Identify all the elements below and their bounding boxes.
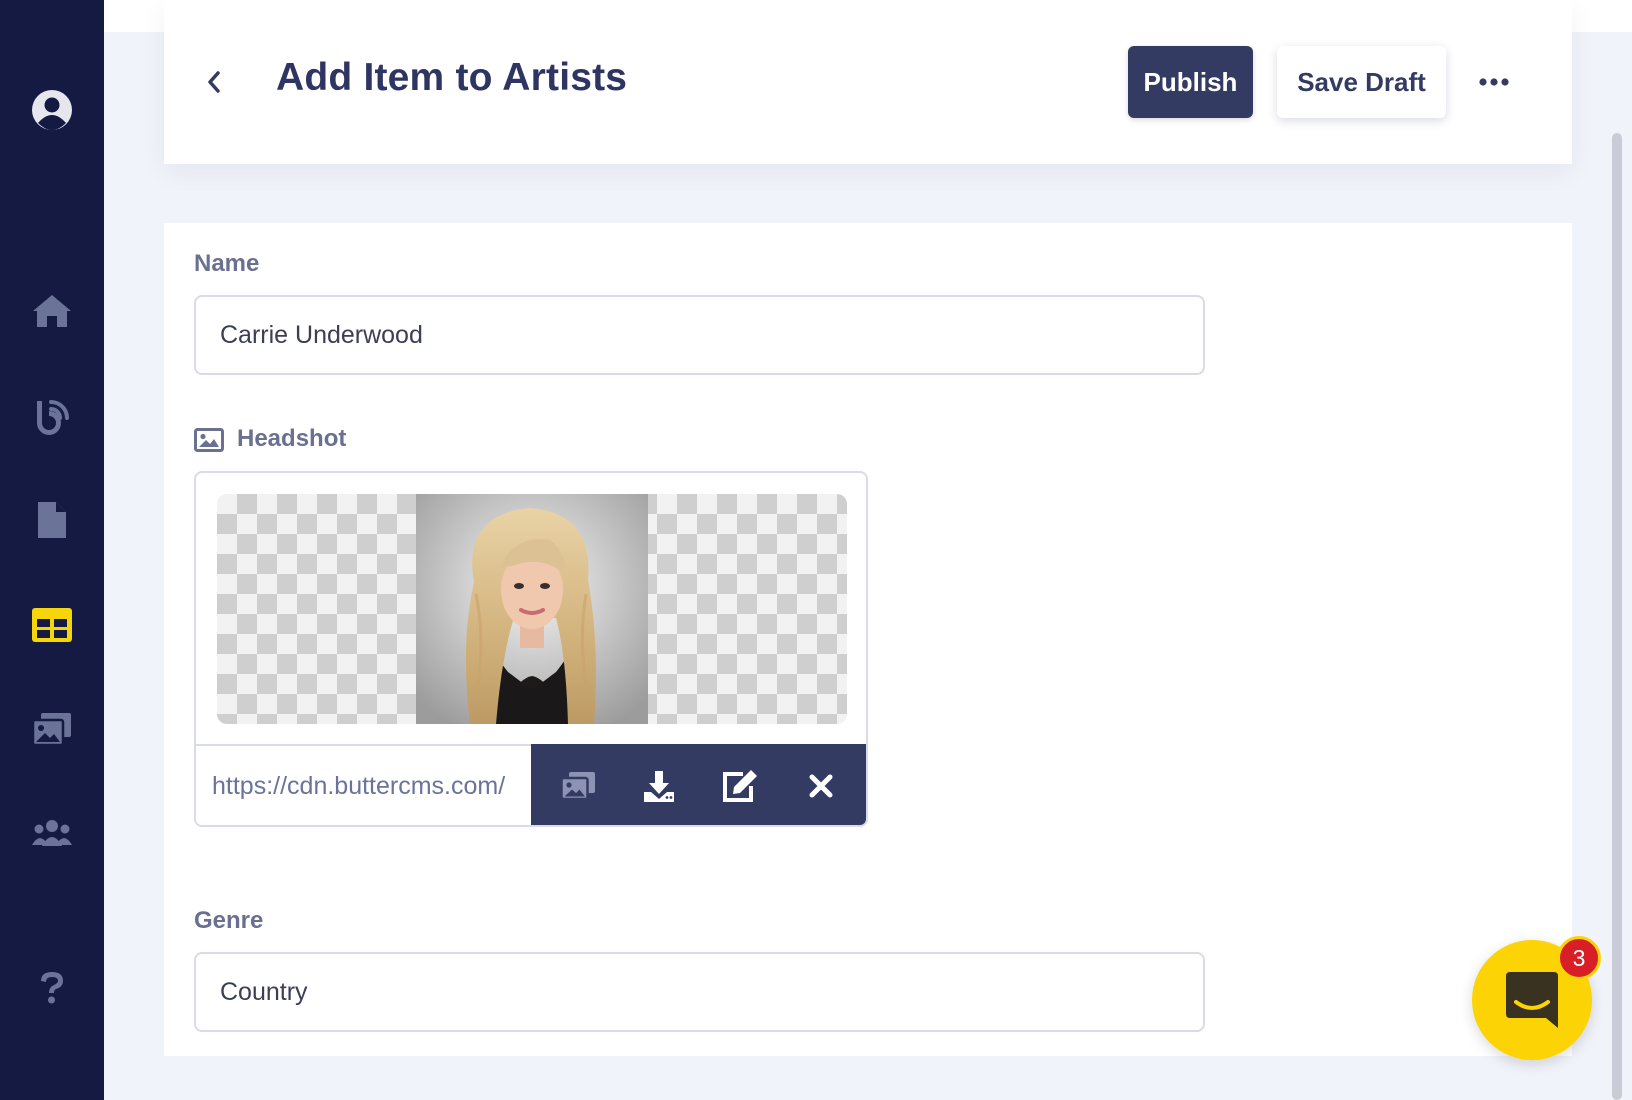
media-toolbar bbox=[531, 744, 866, 825]
image-icon bbox=[194, 428, 224, 452]
ellipsis-icon bbox=[1479, 78, 1509, 86]
save-draft-button[interactable]: Save Draft bbox=[1277, 46, 1446, 118]
collections-icon[interactable] bbox=[30, 603, 74, 647]
choose-media-button[interactable] bbox=[548, 756, 608, 816]
page-scrollbar[interactable] bbox=[1612, 133, 1622, 1100]
back-button[interactable] bbox=[196, 62, 232, 102]
pages-icon[interactable] bbox=[30, 498, 74, 542]
name-input[interactable] bbox=[194, 295, 1205, 375]
headshot-image bbox=[416, 494, 648, 724]
edit-icon bbox=[723, 769, 758, 802]
sidebar bbox=[0, 0, 104, 1100]
user-avatar-icon[interactable] bbox=[30, 88, 74, 132]
headshot-preview bbox=[217, 494, 847, 724]
users-icon[interactable] bbox=[30, 811, 74, 855]
headshot-media-field bbox=[194, 471, 868, 827]
close-icon bbox=[809, 774, 833, 797]
media-library-icon[interactable] bbox=[30, 707, 74, 751]
edit-image-button[interactable] bbox=[710, 756, 770, 816]
download-icon bbox=[643, 770, 674, 802]
remove-image-button[interactable] bbox=[791, 756, 851, 816]
genre-input[interactable] bbox=[194, 952, 1205, 1032]
name-label: Name bbox=[194, 250, 260, 277]
headshot-label: Headshot bbox=[237, 425, 347, 452]
headshot-url-input[interactable] bbox=[196, 744, 531, 825]
home-icon[interactable] bbox=[30, 289, 74, 333]
publish-button[interactable]: Publish bbox=[1128, 46, 1253, 118]
blog-icon[interactable] bbox=[30, 394, 74, 438]
help-icon[interactable] bbox=[30, 966, 74, 1010]
chat-icon bbox=[1506, 972, 1558, 1028]
page-title: Add Item to Artists bbox=[276, 56, 628, 99]
download-button[interactable] bbox=[629, 756, 689, 816]
media-library-icon bbox=[559, 771, 595, 800]
chat-notification-badge: 3 bbox=[1557, 936, 1601, 980]
genre-label: Genre bbox=[194, 907, 264, 934]
more-options-button[interactable] bbox=[1472, 62, 1516, 102]
chevron-left-icon bbox=[208, 71, 220, 93]
